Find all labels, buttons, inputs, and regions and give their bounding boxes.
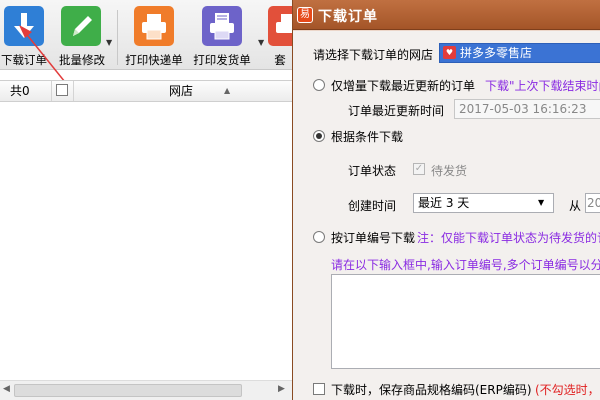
from-label: 从 xyxy=(569,199,582,213)
scroll-right-icon[interactable]: ▶ xyxy=(278,384,285,394)
from-date-field[interactable]: 20 xyxy=(585,193,600,213)
order-status-label: 订单状态 xyxy=(348,164,397,178)
radio-by-condition[interactable] xyxy=(313,130,325,142)
order-number-input-hint: 请在以下输入框中,输入订单编号,多个订单编号以分号 xyxy=(331,258,600,272)
from-date-value: 20 xyxy=(587,196,600,210)
radio-by-condition-label: 根据条件下载 xyxy=(331,130,404,144)
radio-by-number[interactable] xyxy=(313,231,325,243)
status-pending-label: 待发货 xyxy=(431,164,468,178)
last-update-label: 订单最近更新时间 xyxy=(348,104,445,118)
shop-select[interactable]: ♥ 拼多多零售店 xyxy=(439,43,600,63)
download-orders-dialog: 易 下载订单 请选择下载订单的网店 ♥ 拼多多零售店 仅增量下载最近更新的订单 … xyxy=(292,0,600,400)
status-pending-checkbox[interactable]: ✓ xyxy=(413,163,425,175)
last-update-value: 2017-05-03 16:16:23 xyxy=(459,102,587,116)
save-sku-note: (不勾选时，影 xyxy=(535,383,600,397)
app-logo-icon: 易 xyxy=(297,7,313,23)
shop-logo-icon: ♥ xyxy=(443,46,456,59)
order-numbers-textarea[interactable] xyxy=(331,274,600,369)
scrollbar-thumb[interactable] xyxy=(14,384,242,397)
dialog-body: 请选择下载订单的网店 ♥ 拼多多零售店 仅增量下载最近更新的订单 下载"上次下载… xyxy=(293,31,600,400)
created-time-label: 创建时间 xyxy=(348,199,397,213)
last-update-field[interactable]: 2017-05-03 16:16:23 xyxy=(454,99,600,119)
row-count-label: 共0 xyxy=(0,81,52,101)
select-all-checkbox[interactable] xyxy=(56,84,68,96)
dialog-title: 下载订单 xyxy=(318,9,378,25)
radio-incremental-label: 仅增量下载最近更新的订单 xyxy=(331,79,476,93)
order-grid-header: 共0 网店 ▲ xyxy=(0,80,292,102)
dialog-titlebar[interactable]: 易 下载订单 xyxy=(293,0,600,30)
radio-incremental[interactable] xyxy=(313,79,325,91)
created-time-value: 最近 3 天 xyxy=(418,196,470,210)
scroll-left-icon[interactable]: ◀ xyxy=(3,384,10,394)
order-grid-body xyxy=(0,102,292,378)
select-all-cell xyxy=(52,81,74,101)
horizontal-scrollbar[interactable]: ◀ ▶ xyxy=(0,380,292,400)
column-header-shop-label: 网店 xyxy=(169,84,194,98)
by-number-note: 注：仅能下载订单状态为待发货的订 xyxy=(417,231,600,245)
chevron-down-icon: ▼ xyxy=(538,198,545,207)
save-sku-checkbox[interactable] xyxy=(313,383,325,395)
select-shop-label: 请选择下载订单的网店 xyxy=(313,48,434,62)
sort-up-icon: ▲ xyxy=(224,86,231,95)
save-sku-label: 下载时，保存商品规格编码(ERP编码) xyxy=(331,383,532,397)
incremental-hint: 下载"上次下载结束时间 xyxy=(485,79,600,93)
shop-select-value: 拼多多零售店 xyxy=(460,46,533,60)
column-header-shop[interactable]: 网店 ▲ xyxy=(74,81,292,101)
radio-by-number-label: 按订单编号下载 xyxy=(331,231,416,245)
created-time-select[interactable]: 最近 3 天 ▼ xyxy=(413,193,554,213)
